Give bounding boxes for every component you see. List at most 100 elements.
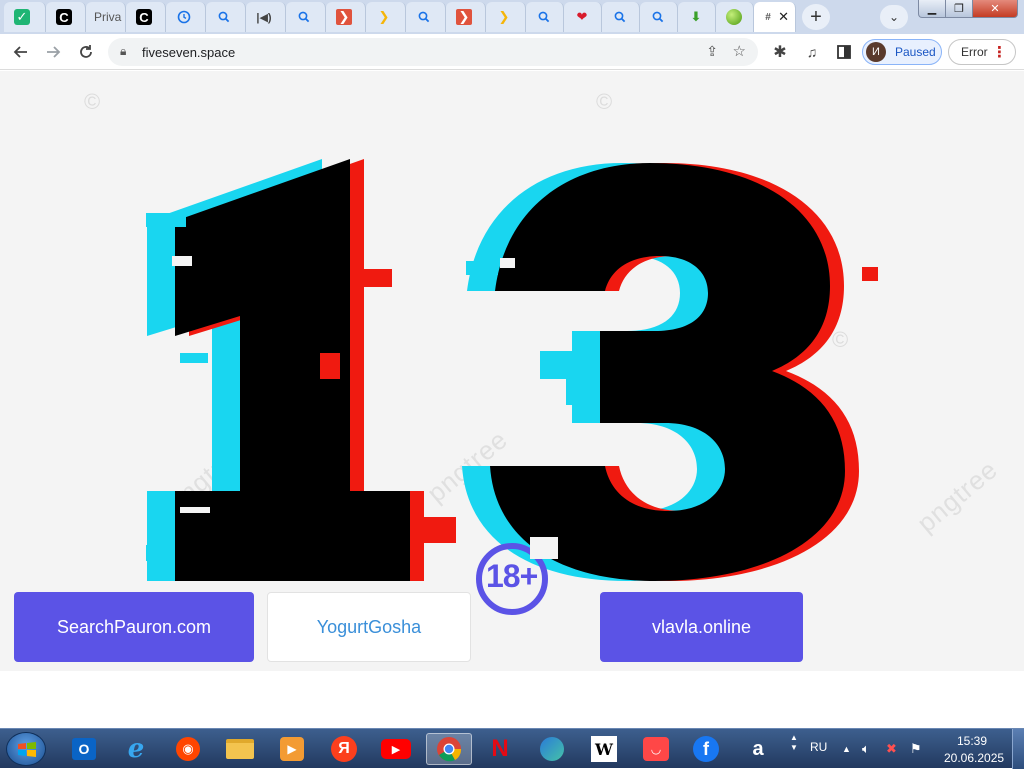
check-icon: ✓ — [14, 9, 30, 25]
facebook-icon[interactable]: f — [686, 733, 726, 765]
tab-18[interactable]: ⬇ — [678, 2, 716, 32]
tab-10[interactable]: ❯ — [366, 2, 406, 32]
history-icon — [176, 9, 192, 25]
outlook-icon[interactable]: O — [64, 733, 104, 765]
extensions-button[interactable]: ✱ — [768, 40, 792, 64]
avatar: И — [866, 42, 886, 62]
browser-toolbar: 🔒︎ fiveseven.space ⇪ ☆ ✱ ♫ И Paused Erro… — [0, 34, 1024, 70]
error-label: Error — [961, 45, 988, 59]
tray-expand-icon[interactable]: ▲ — [842, 744, 851, 754]
error-menu-button[interactable]: Error ⋮ — [948, 39, 1016, 65]
close-window-button[interactable]: ✕ — [972, 0, 1018, 18]
tab-17[interactable] — [640, 2, 678, 32]
tab-19[interactable] — [716, 2, 754, 32]
start-button[interactable] — [6, 732, 46, 766]
tab-7[interactable]: |◀) — [246, 2, 286, 32]
tab-15[interactable]: ❤ — [564, 2, 602, 32]
new-tab-button[interactable]: + — [802, 4, 830, 30]
clock-date[interactable]: 20.06.2025 — [944, 751, 1004, 765]
hash-icon: # — [765, 11, 771, 23]
chrome-icon[interactable] — [426, 733, 472, 765]
side-panel-button[interactable] — [832, 40, 856, 64]
search-icon — [650, 9, 666, 25]
show-desktop-button[interactable] — [1012, 729, 1024, 769]
search-icon — [296, 9, 312, 25]
vlavla-link-button[interactable]: vlavla.online — [600, 592, 803, 662]
media-control-button[interactable]: ♫ — [800, 40, 824, 64]
volume-icon[interactable]: 🔈︎ — [862, 741, 870, 757]
back-button[interactable] — [9, 40, 33, 64]
tab-search-button[interactable]: ⌄ — [880, 5, 908, 29]
back-arrow-icon — [13, 46, 27, 58]
address-bar[interactable]: 🔒︎ fiveseven.space ⇪ ☆ — [108, 38, 758, 66]
button-label: vlavla.online — [651, 616, 752, 637]
amazon-icon[interactable]: a — [738, 733, 778, 765]
wikipedia-icon[interactable]: W — [584, 733, 624, 765]
url-text: fiveseven.space — [142, 45, 236, 60]
close-tab-icon[interactable]: ✕ — [778, 9, 789, 25]
searchpauron-link-button[interactable]: SearchPauron.com — [14, 592, 254, 662]
edge-icon[interactable] — [532, 733, 572, 765]
action-center-icon[interactable]: ⚑ — [910, 741, 922, 757]
ie-icon[interactable]: e — [116, 733, 156, 765]
adult-badge-text: 18+ — [486, 558, 538, 594]
tab-9[interactable]: ❯ — [326, 2, 366, 32]
red-play-icon: ❯ — [456, 9, 472, 25]
tab-11[interactable] — [406, 2, 446, 32]
kebab-menu-icon: ⋮ — [992, 44, 1007, 61]
profile-button[interactable]: И Paused — [862, 39, 942, 65]
chrome-logo-icon — [437, 737, 462, 762]
tab-3[interactable]: Priva — [86, 2, 126, 32]
chevron-down-icon: ⌄ — [888, 10, 900, 24]
search-icon — [216, 9, 232, 25]
sync-status: Paused — [895, 45, 936, 59]
puzzle-icon: ✱ — [773, 44, 787, 61]
tab-13[interactable]: ❯ — [486, 2, 526, 32]
minimize-button[interactable]: ▁ — [918, 0, 946, 18]
tab-14[interactable] — [526, 2, 564, 32]
lock-icon: 🔒︎ — [120, 44, 127, 58]
share-icon[interactable]: ⇪ — [706, 43, 718, 60]
audio-icon: |◀) — [256, 11, 272, 24]
music-queue-icon: ♫ — [806, 44, 818, 60]
c-icon: C — [136, 9, 152, 25]
hero-image: © © © pngtree pngtree pngtree pngtree — [0, 71, 1024, 671]
aliexpress-icon[interactable]: ◡ — [636, 733, 676, 765]
tab-16[interactable] — [602, 2, 640, 32]
network-error-icon[interactable]: ✖ — [886, 741, 897, 757]
web-page: © © © pngtree pngtree pngtree pngtree — [0, 71, 1024, 728]
windows-logo-icon — [18, 742, 36, 757]
tab-5[interactable] — [166, 2, 206, 32]
side-panel-icon — [837, 45, 851, 59]
tab-2[interactable]: C — [46, 2, 86, 32]
tab-1[interactable]: ✓ — [4, 2, 46, 32]
file-explorer-icon[interactable] — [220, 733, 260, 765]
tab-active[interactable]: # ✕ — [754, 2, 796, 32]
tab-4[interactable]: C — [126, 2, 166, 32]
yellow-arrow-icon: ❯ — [498, 9, 510, 24]
reddit-icon[interactable]: ◉ — [168, 733, 208, 765]
netflix-icon[interactable]: N — [480, 733, 520, 765]
youtube-icon[interactable]: ▶ — [376, 733, 416, 765]
reload-button[interactable] — [74, 40, 98, 64]
language-indicator[interactable]: RU — [810, 740, 827, 754]
c-icon: C — [56, 9, 72, 25]
taskbar-scroll-icon[interactable]: ▲ ▼ — [790, 733, 798, 765]
media-player-icon[interactable]: ▶ — [272, 733, 312, 765]
tab-8[interactable] — [286, 2, 326, 32]
search-icon — [612, 9, 628, 25]
bookmark-star-icon[interactable]: ☆ — [733, 42, 746, 60]
yogurtgosha-link-button[interactable]: YogurtGosha — [267, 592, 471, 662]
maximize-button[interactable]: ❐ — [945, 0, 973, 18]
search-icon — [416, 9, 432, 25]
yellow-arrow-icon: ❯ — [378, 9, 390, 24]
button-label: SearchPauron.com — [56, 616, 212, 637]
yandex-icon[interactable]: Я — [324, 733, 364, 765]
download-arrow-icon: ⬇ — [690, 9, 702, 24]
tab-6[interactable] — [206, 2, 246, 32]
tab-12[interactable]: ❯ — [446, 2, 486, 32]
forward-button[interactable] — [41, 40, 65, 64]
clock-time[interactable]: 15:39 — [957, 734, 987, 748]
red-play-icon: ❯ — [336, 9, 352, 25]
button-label: YogurtGosha — [316, 616, 422, 637]
